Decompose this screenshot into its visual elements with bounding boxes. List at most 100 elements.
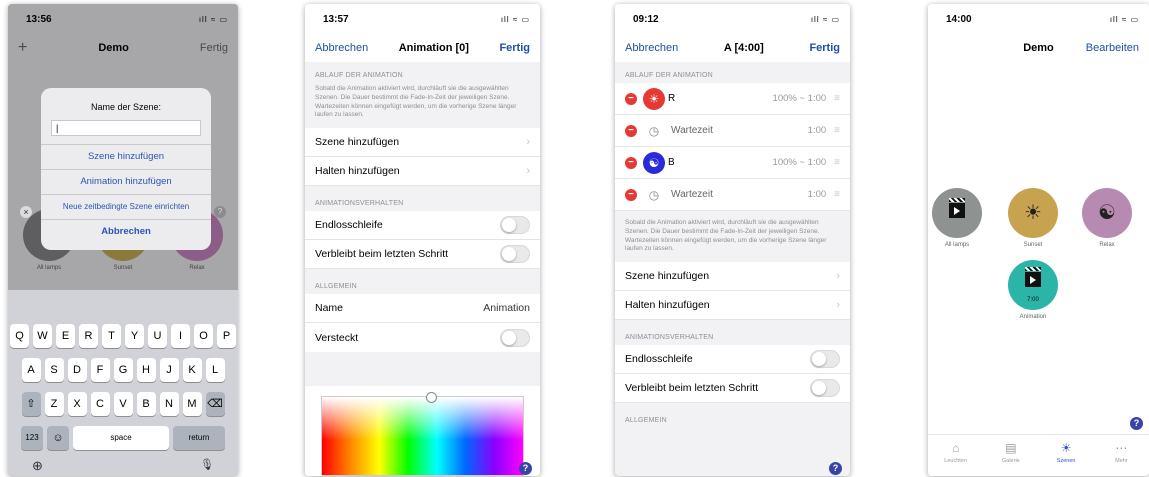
animation-step-row[interactable]: − ◷ Wartezeit 1:00 ≡ (615, 115, 850, 147)
section-header: ANIMATIONSVERHALTEN (615, 320, 850, 346)
help-badge-icon[interactable]: ? (214, 206, 226, 218)
add-scene-button[interactable]: Szene hinzufügen (41, 144, 211, 169)
status-bar: 09:12 ıll ≈ ▭ (615, 4, 850, 34)
microphone-icon[interactable]: 🎙 (200, 458, 214, 474)
key[interactable]: E (56, 324, 75, 348)
remove-badge-icon[interactable]: × (20, 206, 32, 218)
clapperboard-icon (949, 198, 965, 218)
help-icon[interactable]: ? (829, 462, 842, 475)
scene-tile[interactable]: ☯ Relax (1078, 188, 1136, 248)
section-header: ABLAUF DER ANIMATION (615, 62, 850, 83)
return-key[interactable]: return (173, 426, 225, 450)
endless-loop-toggle[interactable] (810, 350, 840, 369)
add-hold-row[interactable]: Halten hinzufügen › (615, 291, 850, 321)
globe-icon[interactable]: ⊕ (32, 458, 43, 474)
delete-step-icon[interactable]: − (625, 92, 637, 105)
drag-handle-icon[interactable]: ≡ (834, 125, 840, 136)
key[interactable]: L (205, 358, 225, 382)
animation-step-row[interactable]: − ◷ Wartezeit 1:00 ≡ (615, 179, 850, 211)
key[interactable]: O (194, 324, 213, 348)
key[interactable]: V (113, 392, 133, 416)
shift-key-icon[interactable]: ⇧ (21, 392, 41, 416)
key[interactable]: K (182, 358, 202, 382)
key[interactable]: D (67, 358, 87, 382)
section-description: Sobald die Animation aktiviert wird, dur… (305, 83, 540, 129)
add-scene-row[interactable]: Szene hinzufügen › (305, 128, 540, 158)
emoji-key-icon[interactable]: ☺ (47, 426, 69, 450)
done-button[interactable]: Fertig (499, 42, 530, 54)
scene-tile[interactable]: 7:00 Animation (1004, 260, 1062, 320)
key[interactable]: R (79, 324, 98, 348)
numbers-key[interactable]: 123 (21, 426, 43, 450)
color-picker-knob[interactable] (426, 392, 437, 403)
sun-icon: ☀ (1060, 441, 1072, 455)
key[interactable]: J (159, 358, 179, 382)
space-key[interactable]: space (73, 426, 169, 450)
key[interactable]: P (217, 324, 236, 348)
key[interactable]: U (148, 324, 167, 348)
cancel-button[interactable]: Abbrechen (625, 42, 678, 54)
scene-tile[interactable]: ☀ Sunset (1004, 188, 1062, 248)
tab-scenes[interactable]: ☀ Szenen (1039, 435, 1094, 476)
edit-button[interactable]: Bearbeiten (1086, 42, 1139, 54)
nav-bar: Abbrechen A [4:00] Fertig (615, 34, 850, 62)
key[interactable]: G (113, 358, 133, 382)
delete-step-icon[interactable]: − (625, 188, 637, 201)
row-label: Szene hinzufügen (625, 270, 710, 283)
key[interactable]: F (90, 358, 110, 382)
phone-screen-new-animation: 13:57 ıll ≈ ▭ Abbrechen Animation [0] Fe… (305, 4, 540, 476)
row-label: Szene hinzufügen (315, 136, 400, 149)
done-button[interactable]: Fertig (809, 42, 840, 54)
clapperboard-icon (1025, 267, 1041, 287)
key[interactable]: Y (125, 324, 144, 348)
key[interactable]: I (171, 324, 190, 348)
animation-step-row[interactable]: − ☀ R 100% ~ 1:00 ≡ (615, 83, 850, 115)
key[interactable]: A (21, 358, 41, 382)
drag-handle-icon[interactable]: ≡ (834, 157, 840, 168)
color-picker[interactable] (321, 392, 524, 476)
cancel-button[interactable]: Abbrechen (315, 42, 368, 54)
drag-handle-icon[interactable]: ≡ (834, 189, 840, 200)
scene-tile[interactable]: All lamps (928, 188, 986, 248)
delete-step-icon[interactable]: − (625, 156, 637, 169)
key[interactable]: Q (10, 324, 29, 348)
tab-lights[interactable]: ⌂ Leuchten (928, 435, 983, 476)
drag-handle-icon[interactable]: ≡ (834, 93, 840, 104)
done-button[interactable]: Fertig (200, 42, 228, 54)
add-scene-row[interactable]: Szene hinzufügen › (615, 262, 850, 292)
add-timed-scene-button[interactable]: Neue zeitbedingte Szene einrichten (41, 194, 211, 219)
scene-circle (932, 188, 982, 238)
backspace-key-icon[interactable]: ⌫ (205, 392, 225, 416)
add-button[interactable]: + (18, 39, 27, 57)
help-icon[interactable]: ? (519, 462, 532, 475)
cancel-button[interactable]: Abbrechen (41, 219, 211, 244)
name-row[interactable]: Name Animation (305, 294, 540, 324)
key[interactable]: N (159, 392, 179, 416)
key[interactable]: Z (44, 392, 64, 416)
tab-gallery[interactable]: ▤ Galerie (983, 435, 1038, 476)
key[interactable]: B (136, 392, 156, 416)
key[interactable]: S (44, 358, 64, 382)
add-hold-row[interactable]: Halten hinzufügen › (305, 157, 540, 187)
animation-step-row[interactable]: − ☯ B 100% ~ 1:00 ≡ (615, 147, 850, 179)
chevron-right-icon: › (836, 270, 840, 283)
nav-title: Animation [0] (398, 42, 469, 54)
key[interactable]: X (67, 392, 87, 416)
hidden-toggle[interactable] (500, 328, 530, 347)
section-header: ABLAUF DER ANIMATION (305, 62, 540, 83)
add-animation-button[interactable]: Animation hinzufügen (41, 169, 211, 194)
key[interactable]: H (136, 358, 156, 382)
key[interactable]: M (182, 392, 202, 416)
key[interactable]: W (33, 324, 52, 348)
stay-last-step-toggle[interactable] (500, 245, 530, 264)
step-value: 100% ~ 1:00 (772, 93, 827, 104)
key[interactable]: C (90, 392, 110, 416)
tab-more[interactable]: ⋯ Mehr (1094, 435, 1149, 476)
scene-name-input[interactable]: | (51, 120, 201, 136)
delete-step-icon[interactable]: − (625, 124, 637, 137)
help-icon[interactable]: ? (1130, 417, 1143, 430)
keyboard-row: Q W E R T Y U I O P (8, 324, 238, 348)
key[interactable]: T (102, 324, 121, 348)
endless-loop-toggle[interactable] (500, 216, 530, 235)
stay-last-step-toggle[interactable] (810, 379, 840, 398)
